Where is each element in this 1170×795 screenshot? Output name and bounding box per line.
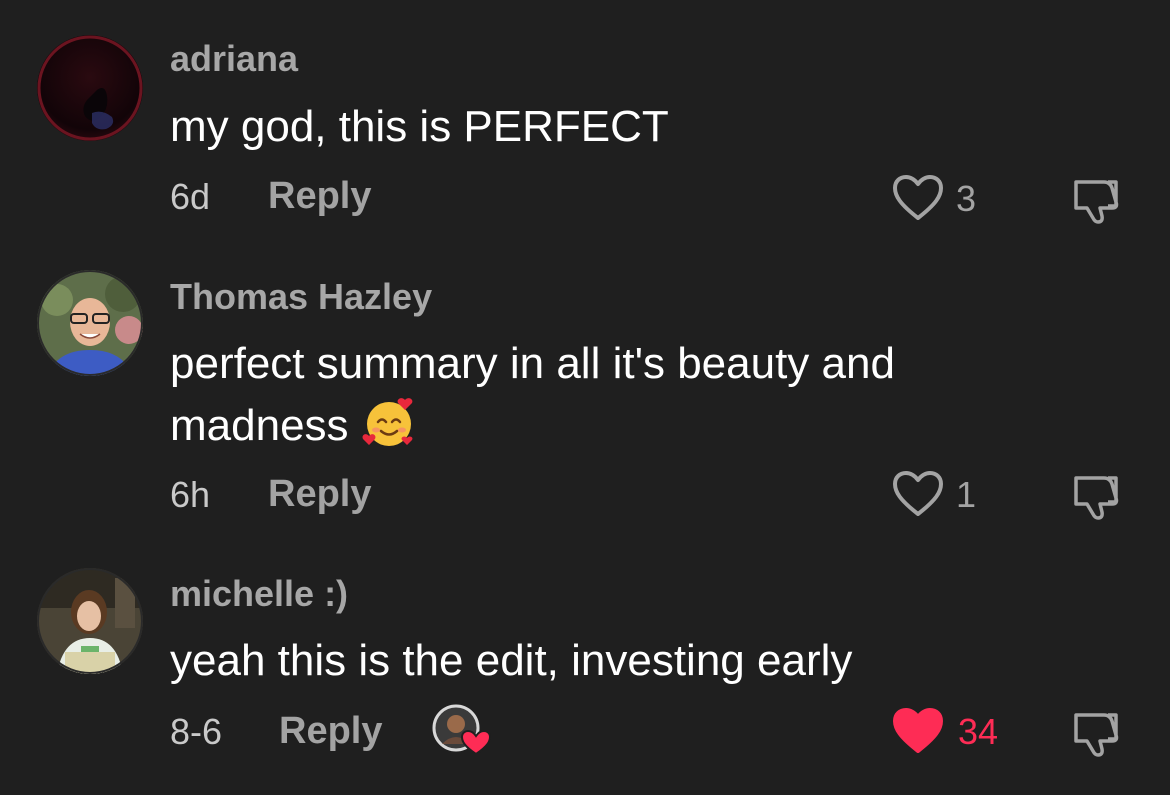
comment-text: yeah this is the edit, investing early bbox=[170, 636, 853, 685]
reply-button[interactable]: Reply bbox=[268, 175, 371, 218]
comment-text-line: madness bbox=[170, 401, 349, 450]
like-count: 1 bbox=[956, 474, 977, 515]
reply-button[interactable]: Reply bbox=[279, 710, 382, 753]
heart-icon[interactable] bbox=[892, 174, 944, 222]
comment-text-line: perfect summary in all it's beauty and bbox=[170, 339, 895, 388]
username[interactable]: michelle :) bbox=[170, 573, 348, 615]
heart-icon[interactable] bbox=[892, 470, 944, 518]
username[interactable]: adriana bbox=[170, 38, 298, 80]
user-avatar[interactable] bbox=[37, 568, 143, 674]
like-count: 34 bbox=[958, 711, 999, 752]
comment-timestamp: 8-6 bbox=[170, 711, 223, 752]
comment-text: my god, this is PERFECT bbox=[170, 102, 669, 151]
thumbs-down-icon[interactable] bbox=[1070, 470, 1122, 522]
thumbs-down-icon[interactable] bbox=[1070, 707, 1122, 759]
smiling-face-with-hearts-icon bbox=[361, 394, 417, 450]
reply-button[interactable]: Reply bbox=[268, 473, 371, 516]
comment-timestamp: 6h bbox=[170, 474, 211, 515]
user-avatar[interactable] bbox=[37, 270, 143, 376]
user-avatar[interactable] bbox=[37, 35, 143, 141]
creator-liked-icon bbox=[432, 704, 492, 758]
comment-timestamp: 6d bbox=[170, 176, 211, 217]
comment-text: perfect summary in all it's beauty and m… bbox=[170, 333, 1050, 456]
username[interactable]: Thomas Hazley bbox=[170, 276, 432, 318]
heart-filled-icon[interactable] bbox=[892, 707, 944, 755]
thumbs-down-icon[interactable] bbox=[1070, 174, 1122, 226]
like-count: 3 bbox=[956, 178, 977, 219]
